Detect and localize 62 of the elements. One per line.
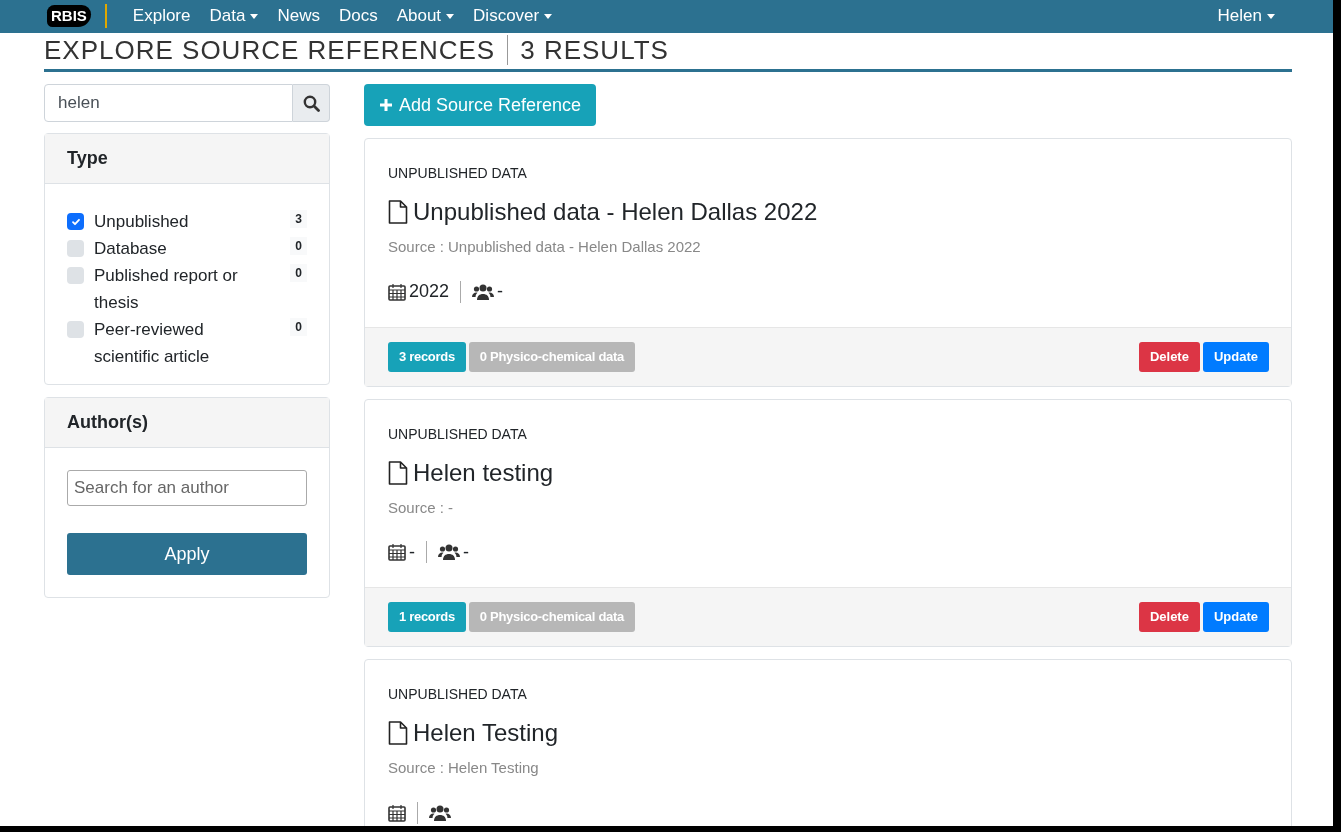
count-badge: 3: [290, 210, 307, 228]
checkbox-label: Unpublished: [94, 211, 189, 233]
checkbox[interactable]: [67, 267, 84, 284]
update-button[interactable]: Update: [1202, 602, 1269, 632]
logo[interactable]: RBIS: [47, 5, 91, 27]
author-search-field[interactable]: Search for an author: [67, 470, 307, 506]
file-icon: [388, 460, 408, 485]
checkbox-label: Peer-reviewed scientific article: [94, 319, 211, 368]
reference-title[interactable]: Helen testing: [413, 457, 554, 488]
file-icon: [388, 721, 408, 745]
update-button[interactable]: Update: [1202, 341, 1269, 372]
reference-authors: -: [497, 280, 504, 303]
nav-link[interactable]: Discover: [473, 4, 553, 28]
count-badge: 0: [290, 237, 307, 255]
records-badge: 3 records: [388, 341, 466, 372]
checkbox[interactable]: [67, 321, 84, 338]
calendar-icon: [388, 803, 406, 822]
user-menu[interactable]: Helen: [1217, 4, 1275, 28]
users-icon: [438, 543, 460, 561]
reference-source: Source : -: [388, 497, 455, 518]
check-icon: [70, 216, 81, 227]
count-badge: 0: [290, 318, 307, 336]
users-icon: [429, 803, 451, 822]
calendar-icon: [388, 543, 406, 561]
count-badge: 0: [290, 264, 307, 282]
checkbox-label: Database: [94, 238, 167, 260]
physico-chemical-badge: 0 Physico-chemical data: [468, 602, 635, 632]
reference-source: Source : Helen Testing: [388, 758, 540, 778]
search-field[interactable]: helen: [44, 84, 293, 122]
nav-link[interactable]: Explore: [132, 4, 191, 28]
result-count: 3 RESULTS: [507, 35, 669, 65]
checkbox-label: Published report or thesis: [94, 265, 239, 314]
reference-title[interactable]: Helen Testing: [413, 718, 558, 748]
reference-authors: -: [463, 540, 469, 564]
search-icon: [302, 94, 320, 112]
reference-type: UNPUBLISHED DATA: [388, 164, 528, 183]
filter-title: Author(s): [45, 398, 329, 448]
file-icon: [388, 200, 408, 224]
checkbox[interactable]: [67, 240, 84, 257]
reference-type: UNPUBLISHED DATA: [388, 685, 528, 704]
nav-link[interactable]: About: [396, 4, 455, 28]
nav-link[interactable]: Docs: [338, 4, 378, 28]
nav-link[interactable]: Data: [209, 4, 259, 28]
add-button[interactable]: Add Source Reference: [364, 84, 597, 126]
checkbox[interactable]: [67, 213, 84, 230]
calendar-icon: [388, 282, 406, 301]
reference-year: 2022: [409, 280, 450, 303]
reference-year: -: [409, 540, 415, 564]
reference-type: UNPUBLISHED DATA: [388, 424, 528, 444]
physico-chemical-badge: 0 Physico-chemical data: [468, 341, 635, 372]
reference-source: Source : Unpublished data - Helen Dallas 2022: [388, 237, 702, 257]
page-title: EXPLORE SOURCE REFERENCES: [44, 35, 496, 65]
records-badge: 1 records: [388, 602, 466, 632]
users-icon: [472, 282, 495, 301]
plus-icon: [379, 98, 393, 112]
delete-button[interactable]: Delete: [1138, 602, 1200, 632]
filter-title: Type: [45, 134, 329, 184]
reference-title[interactable]: Unpublished data - Helen Dallas 2022: [413, 197, 818, 227]
apply-button[interactable]: Apply: [67, 533, 307, 575]
delete-button[interactable]: Delete: [1138, 341, 1200, 372]
nav-link[interactable]: News: [277, 4, 320, 28]
search-button[interactable]: [293, 84, 330, 122]
